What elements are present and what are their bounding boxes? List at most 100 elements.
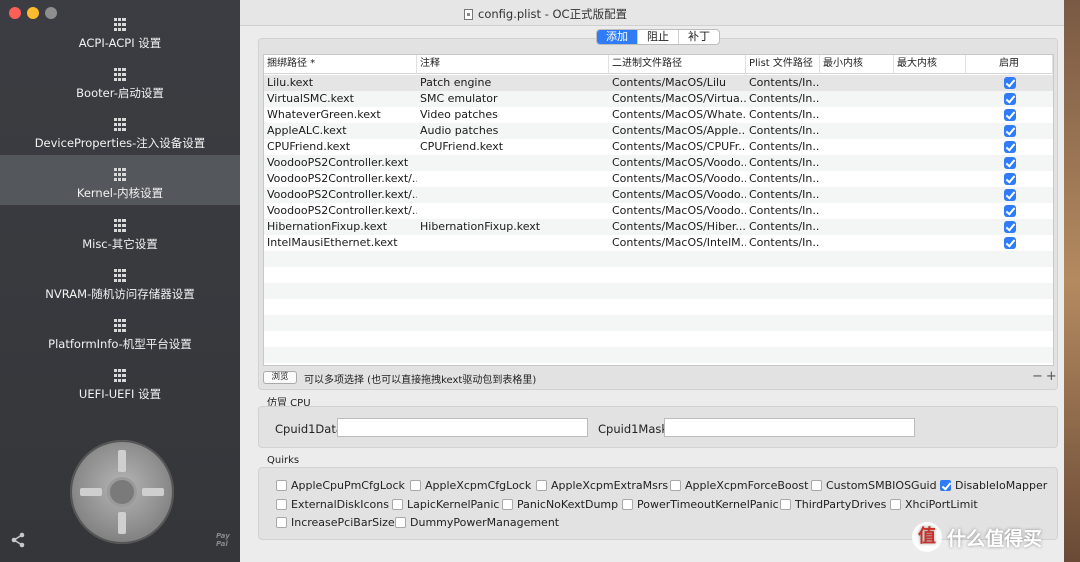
quirk-xhci-port-limit[interactable]: XhciPortLimit — [890, 498, 978, 511]
plist-path-cell[interactable]: Contents/In... — [746, 187, 820, 203]
enabled-checkbox[interactable] — [1004, 205, 1016, 217]
quirk-apple-cpu-pm-cfg-lock[interactable]: AppleCpuPmCfgLock — [276, 479, 405, 492]
quirk-apple-xcpm-extra-msrs[interactable]: AppleXcpmExtraMsrs — [536, 479, 668, 492]
cpuid1data-field[interactable] — [337, 418, 588, 437]
bundle-path-cell[interactable]: IntelMausiEthernet.kext — [264, 235, 417, 251]
executable-path-cell[interactable]: Contents/MacOS/Voodo... — [609, 203, 746, 219]
table-row[interactable]: CPUFriend.kext CPUFriend.kext Contents/Mac… — [264, 139, 1053, 155]
quirk-apple-xcpm-force-boost[interactable]: AppleXcpmForceBoost — [670, 479, 808, 492]
add-row-button[interactable]: + — [1046, 369, 1060, 384]
executable-path-cell[interactable]: Contents/MacOS/Voodo... — [609, 187, 746, 203]
comment-cell[interactable] — [417, 155, 609, 171]
table-row[interactable]: Lilu.kext Patch engine Contents/MacOS/Lilu… — [264, 75, 1053, 91]
comment-cell[interactable] — [417, 203, 609, 219]
checkbox[interactable] — [670, 480, 681, 491]
checkbox[interactable] — [940, 480, 951, 491]
table-row[interactable]: WhateverGreen.kext Video patches Contents/… — [264, 107, 1053, 123]
bundle-path-cell[interactable]: AppleALC.kext — [264, 123, 417, 139]
quirk-lapic-kernel-panic[interactable]: LapicKernelPanic — [392, 498, 499, 511]
plist-path-cell[interactable]: Contents/In... — [746, 155, 820, 171]
bundle-path-cell[interactable]: VoodooPS2Controller.kext/... — [264, 187, 417, 203]
checkbox[interactable] — [780, 499, 791, 510]
quirk-increase-pci-bar-size[interactable]: IncreasePciBarSize — [276, 516, 395, 529]
quirk-panic-no-kext-dump[interactable]: PanicNoKextDump — [502, 498, 618, 511]
min-kernel-cell[interactable] — [820, 75, 894, 91]
quirk-apple-xcpm-cfg-lock[interactable]: AppleXcpmCfgLock — [410, 479, 531, 492]
sidebar-item-booter[interactable]: Booter-启动设置 — [0, 60, 240, 110]
table-row[interactable]: HibernationFixup.kext HibernationFixup.ke… — [264, 219, 1053, 235]
comment-cell[interactable] — [417, 187, 609, 203]
plist-path-cell[interactable]: Contents/In... — [746, 107, 820, 123]
sidebar-item-nvram[interactable]: NVRAM-随机访问存储器设置 — [0, 261, 240, 311]
comment-cell[interactable]: HibernationFixup.kext — [417, 219, 609, 235]
max-kernel-cell[interactable] — [894, 187, 966, 203]
bundle-path-cell[interactable]: Lilu.kext — [264, 75, 417, 91]
comment-cell[interactable]: CPUFriend.kext — [417, 139, 609, 155]
enabled-checkbox[interactable] — [1004, 109, 1016, 121]
enabled-checkbox[interactable] — [1004, 221, 1016, 233]
max-kernel-cell[interactable] — [894, 155, 966, 171]
checkbox[interactable] — [276, 480, 287, 491]
executable-path-cell[interactable]: Contents/MacOS/CPUFr... — [609, 139, 746, 155]
column-header-executable-path[interactable]: 二进制文件路径 — [609, 55, 746, 74]
quirk-external-disk-icons[interactable]: ExternalDiskIcons — [276, 498, 389, 511]
enabled-checkbox[interactable] — [1004, 189, 1016, 201]
table-row[interactable]: VoodooPS2Controller.kext/... Contents/Mac… — [264, 171, 1053, 187]
plist-path-cell[interactable]: Contents/In... — [746, 139, 820, 155]
tab-add[interactable]: 添加 — [597, 30, 637, 44]
max-kernel-cell[interactable] — [894, 219, 966, 235]
checkbox[interactable] — [276, 517, 287, 528]
max-kernel-cell[interactable] — [894, 235, 966, 251]
enabled-checkbox[interactable] — [1004, 77, 1016, 89]
table-row[interactable]: VoodooPS2Controller.kext Contents/MacOS/V… — [264, 155, 1053, 171]
plist-path-cell[interactable]: Contents/In... — [746, 235, 820, 251]
tab-block[interactable]: 阻止 — [637, 30, 678, 44]
executable-path-cell[interactable]: Contents/MacOS/Lilu — [609, 75, 746, 91]
bundle-path-cell[interactable]: HibernationFixup.kext — [264, 219, 417, 235]
table-row[interactable]: VirtualSMC.kext SMC emulator Contents/MacO… — [264, 91, 1053, 107]
sidebar-item-acpi[interactable]: ACPI-ACPI 设置 — [0, 10, 240, 60]
checkbox[interactable] — [536, 480, 547, 491]
bundle-path-cell[interactable]: VoodooPS2Controller.kext — [264, 155, 417, 171]
plist-path-cell[interactable]: Contents/In... — [746, 75, 820, 91]
executable-path-cell[interactable]: Contents/MacOS/Hiber... — [609, 219, 746, 235]
enabled-checkbox[interactable] — [1004, 157, 1016, 169]
min-kernel-cell[interactable] — [820, 155, 894, 171]
comment-cell[interactable] — [417, 171, 609, 187]
enabled-checkbox[interactable] — [1004, 93, 1016, 105]
quirk-third-party-drives[interactable]: ThirdPartyDrives — [780, 498, 886, 511]
max-kernel-cell[interactable] — [894, 171, 966, 187]
remove-row-button[interactable]: − — [1032, 369, 1046, 384]
min-kernel-cell[interactable] — [820, 91, 894, 107]
column-header-enabled[interactable]: 启用 — [966, 55, 1053, 74]
min-kernel-cell[interactable] — [820, 187, 894, 203]
bundle-path-cell[interactable]: VirtualSMC.kext — [264, 91, 417, 107]
comment-cell[interactable]: Audio patches — [417, 123, 609, 139]
executable-path-cell[interactable]: Contents/MacOS/Virtua... — [609, 91, 746, 107]
column-header-comment[interactable]: 注释 — [417, 55, 609, 74]
cpuid1mask-field[interactable] — [664, 418, 915, 437]
min-kernel-cell[interactable] — [820, 171, 894, 187]
comment-cell[interactable] — [417, 235, 609, 251]
comment-cell[interactable]: SMC emulator — [417, 91, 609, 107]
min-kernel-cell[interactable] — [820, 235, 894, 251]
bundle-path-cell[interactable]: VoodooPS2Controller.kext/... — [264, 171, 417, 187]
bundle-path-cell[interactable]: CPUFriend.kext — [264, 139, 417, 155]
sidebar-item-kernel[interactable]: Kernel-内核设置 — [0, 155, 240, 205]
checkbox[interactable] — [410, 480, 421, 491]
min-kernel-cell[interactable] — [820, 203, 894, 219]
executable-path-cell[interactable]: Contents/MacOS/Voodo... — [609, 155, 746, 171]
sidebar-item-uefi[interactable]: UEFI-UEFI 设置 — [0, 361, 240, 411]
comment-cell[interactable]: Video patches — [417, 107, 609, 123]
plist-path-cell[interactable]: Contents/In... — [746, 203, 820, 219]
executable-path-cell[interactable]: Contents/MacOS/Whate... — [609, 107, 746, 123]
browse-button[interactable]: 浏览 — [263, 371, 297, 384]
max-kernel-cell[interactable] — [894, 75, 966, 91]
checkbox[interactable] — [890, 499, 901, 510]
table-row[interactable]: VoodooPS2Controller.kext/... Contents/Mac… — [264, 203, 1053, 219]
checkbox[interactable] — [811, 480, 822, 491]
bundle-path-cell[interactable]: WhateverGreen.kext — [264, 107, 417, 123]
quirk-power-timeout-kernel-panic[interactable]: PowerTimeoutKernelPanic — [622, 498, 779, 511]
min-kernel-cell[interactable] — [820, 123, 894, 139]
column-header-max-kernel[interactable]: 最大内核 — [894, 55, 966, 74]
